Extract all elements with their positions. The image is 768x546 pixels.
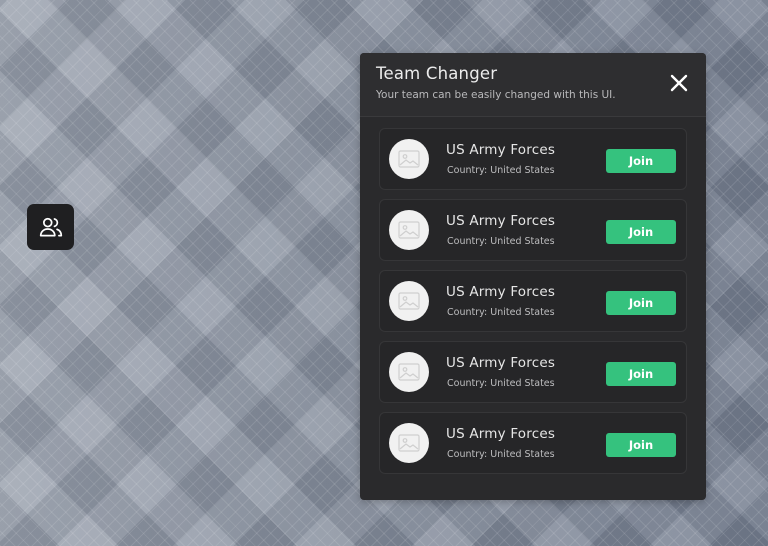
team-avatar bbox=[389, 210, 429, 250]
team-country: Country: United States bbox=[447, 165, 555, 176]
join-button[interactable]: Join bbox=[606, 362, 676, 386]
team-list: US Army Forces Country: United States Jo… bbox=[379, 128, 687, 483]
close-icon bbox=[670, 74, 688, 92]
team-country: Country: United States bbox=[447, 378, 555, 389]
panel-subtitle: Your team can be easily changed with thi… bbox=[376, 89, 616, 101]
team-changer-panel: Team Changer Your team can be easily cha… bbox=[360, 53, 706, 500]
team-card: US Army Forces Country: United States Jo… bbox=[379, 412, 687, 474]
team-name: US Army Forces bbox=[446, 284, 556, 300]
team-name: US Army Forces bbox=[446, 355, 556, 371]
team-card: US Army Forces Country: United States Jo… bbox=[379, 341, 687, 403]
team-country: Country: United States bbox=[447, 449, 555, 460]
team-country: Country: United States bbox=[447, 236, 555, 247]
join-button[interactable]: Join bbox=[606, 220, 676, 244]
team-avatar bbox=[389, 281, 429, 321]
team-avatar bbox=[389, 139, 429, 179]
team-card: US Army Forces Country: United States Jo… bbox=[379, 199, 687, 261]
team-card: US Army Forces Country: United States Jo… bbox=[379, 270, 687, 332]
image-placeholder-icon bbox=[398, 292, 420, 310]
team-card: US Army Forces Country: United States Jo… bbox=[379, 128, 687, 190]
team-toggle-button[interactable] bbox=[27, 204, 74, 250]
users-icon bbox=[39, 217, 62, 237]
panel-header: Team Changer Your team can be easily cha… bbox=[360, 53, 706, 117]
close-button[interactable] bbox=[668, 72, 690, 94]
join-button[interactable]: Join bbox=[606, 149, 676, 173]
team-name: US Army Forces bbox=[446, 213, 556, 229]
join-button[interactable]: Join bbox=[606, 433, 676, 457]
team-name: US Army Forces bbox=[446, 142, 556, 158]
team-avatar bbox=[389, 423, 429, 463]
panel-title: Team Changer bbox=[376, 64, 498, 83]
image-placeholder-icon bbox=[398, 363, 420, 381]
image-placeholder-icon bbox=[398, 150, 420, 168]
team-avatar bbox=[389, 352, 429, 392]
team-country: Country: United States bbox=[447, 307, 555, 318]
join-button[interactable]: Join bbox=[606, 291, 676, 315]
image-placeholder-icon bbox=[398, 434, 420, 452]
team-name: US Army Forces bbox=[446, 426, 556, 442]
image-placeholder-icon bbox=[398, 221, 420, 239]
